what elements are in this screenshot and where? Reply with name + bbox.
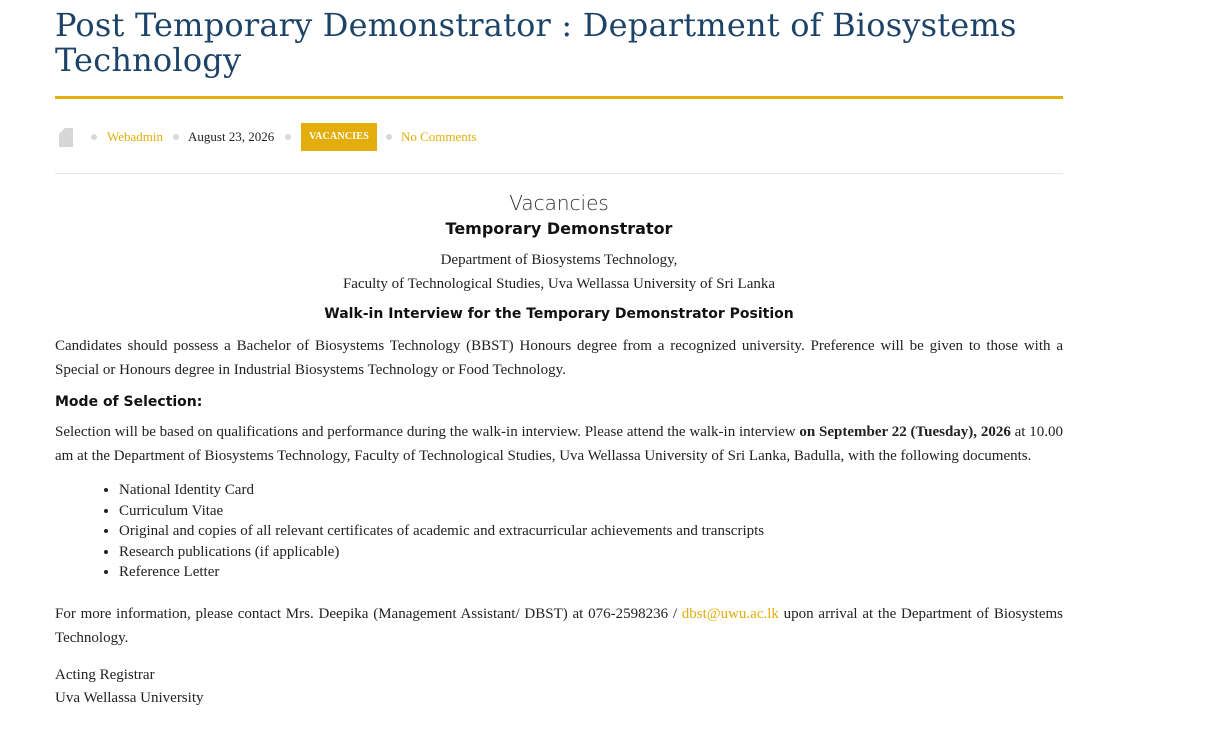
selection-paragraph: Selection will be based on qualification… bbox=[55, 420, 1063, 468]
author-link[interactable]: Webadmin bbox=[107, 129, 163, 145]
eligibility-paragraph: Candidates should possess a Bachelor of … bbox=[55, 338, 1063, 378]
list-item: Curriculum Vitae bbox=[119, 501, 1063, 522]
list-item: Reference Letter bbox=[119, 562, 1063, 583]
post-title: Post Temporary Demonstrator : Department… bbox=[55, 6, 1017, 79]
contact-paragraph: For more information, please contact Mrs… bbox=[55, 602, 1063, 650]
post-article: Post Temporary Demonstrator : Department… bbox=[55, 0, 1063, 710]
document-icon bbox=[59, 128, 73, 147]
signoff-organization: Uva Wellassa University bbox=[55, 689, 204, 706]
list-item: National Identity Card bbox=[119, 480, 1063, 501]
selection-text: Selection will be based on qualification… bbox=[55, 424, 800, 440]
list-item: Original and copies of all relevant cert… bbox=[119, 521, 1063, 542]
interview-date: on September 22 (Tuesday), 2026 bbox=[799, 424, 1011, 440]
meta-separator-dot bbox=[173, 134, 179, 140]
mode-of-selection-heading: Mode of Selection: bbox=[55, 394, 203, 410]
meta-separator-dot bbox=[91, 134, 97, 140]
position-title: Temporary Demonstrator bbox=[445, 219, 673, 238]
walkin-heading: Walk-in Interview for the Temporary Demo… bbox=[324, 306, 794, 322]
department-address: Department of Biosystems Technology, Fac… bbox=[55, 248, 1063, 296]
section-heading: Vacancies bbox=[509, 191, 609, 215]
meta-divider bbox=[55, 173, 1063, 174]
contact-email-link[interactable]: dbst@uwu.ac.lk bbox=[682, 606, 779, 622]
required-documents-list: National Identity Card Curriculum Vitae … bbox=[55, 480, 1063, 583]
faculty-line: Faculty of Technological Studies, Uva We… bbox=[342, 276, 776, 292]
post-date: August 23, 2026 bbox=[188, 129, 275, 144]
post-meta: Webadmin August 23, 2026 VACANCIES No Co… bbox=[55, 99, 1063, 173]
post-content: Vacancies Temporary Demonstrator Departm… bbox=[55, 190, 1063, 710]
meta-separator-dot bbox=[285, 134, 291, 140]
comments-link[interactable]: No Comments bbox=[401, 129, 476, 145]
category-badge[interactable]: VACANCIES bbox=[301, 123, 377, 151]
meta-separator-dot bbox=[386, 134, 392, 140]
department-line: Department of Biosystems Technology, bbox=[440, 252, 678, 268]
contact-text: For more information, please contact Mrs… bbox=[55, 605, 682, 622]
list-item: Research publications (if applicable) bbox=[119, 542, 1063, 563]
signoff: Acting Registrar Uva Wellassa University bbox=[55, 664, 1063, 710]
signoff-title: Acting Registrar bbox=[55, 666, 155, 683]
